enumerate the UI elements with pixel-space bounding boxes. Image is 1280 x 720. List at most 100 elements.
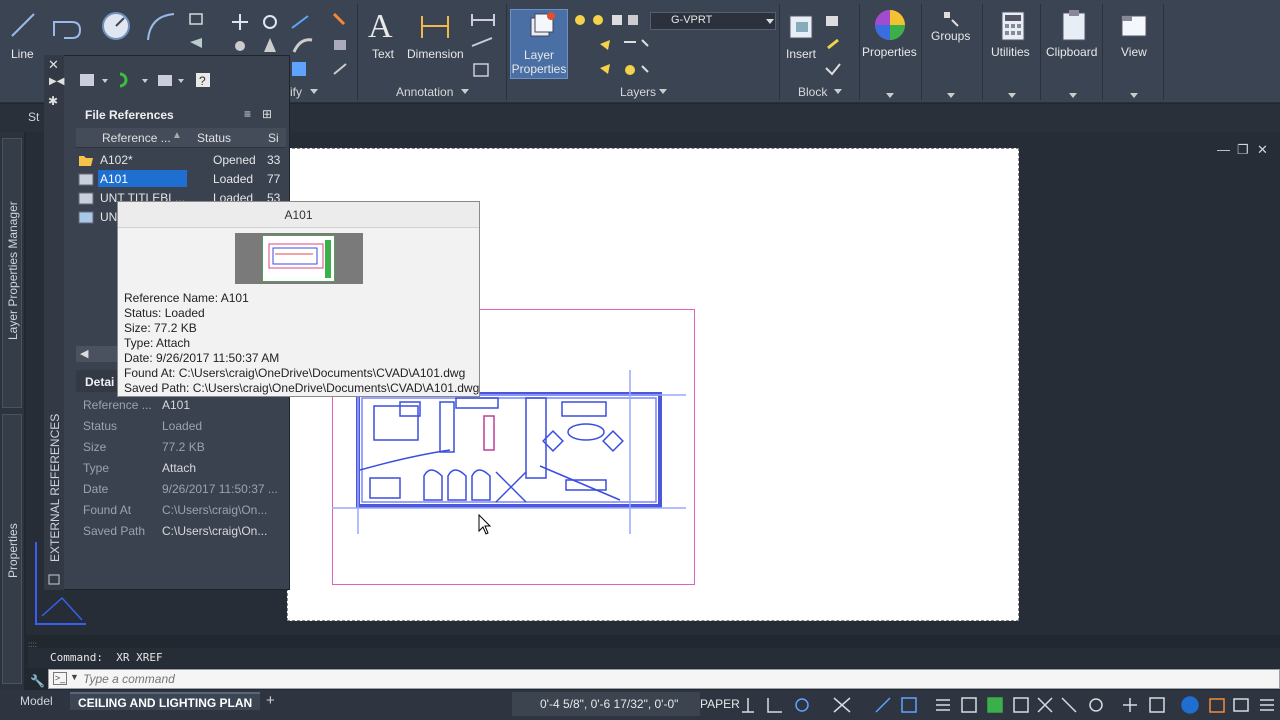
- restore-icon[interactable]: ❐: [1237, 142, 1249, 158]
- drawing-thumbnail: [235, 233, 363, 284]
- modify-panel-title[interactable]: ify: [290, 85, 302, 99]
- command-prompt-icon[interactable]: >_: [53, 672, 67, 685]
- block-tools-icons[interactable]: [822, 14, 852, 80]
- command-input-bar[interactable]: >_ ▼: [48, 669, 1280, 689]
- groups-button[interactable]: Groups: [931, 29, 970, 43]
- col-status[interactable]: Status: [197, 131, 231, 145]
- row-status: Opened: [213, 153, 256, 167]
- palette-close-icon[interactable]: ✕: [48, 57, 59, 73]
- text-button[interactable]: Text: [372, 47, 394, 61]
- scroll-left-icon[interactable]: ◀: [80, 347, 88, 360]
- block-panel-title[interactable]: Block: [798, 85, 827, 99]
- chevron-down-icon[interactable]: [461, 89, 469, 94]
- annotation-panel-title[interactable]: Annotation: [396, 85, 453, 99]
- utilities-button[interactable]: Utilities: [991, 45, 1030, 59]
- line-button[interactable]: Line: [11, 47, 34, 61]
- xref-toolbar[interactable]: ?: [78, 70, 218, 90]
- horizontal-scrollbar[interactable]: ◀: [76, 346, 120, 362]
- chevron-down-icon[interactable]: [886, 93, 894, 98]
- tree-view-icon[interactable]: ⊞: [262, 107, 272, 121]
- panel-separator: [982, 4, 983, 100]
- panel-separator: [1102, 4, 1103, 100]
- col-reference-name[interactable]: Reference ...: [102, 131, 171, 145]
- list-view-icon[interactable]: ≡: [244, 107, 251, 121]
- view-window-icon: [1121, 15, 1147, 37]
- row-status: Loaded: [213, 172, 254, 186]
- detail-type[interactable]: Attach: [162, 461, 196, 475]
- layer-stack-icon: [530, 12, 555, 37]
- detail-saved-path[interactable]: C:\Users\craig\On...: [162, 524, 267, 538]
- status-toolbar-icons[interactable]: [738, 694, 1280, 716]
- detail-found-at: C:\Users\craig\On...: [162, 503, 268, 517]
- palette-autohide-icon[interactable]: ▶◀: [49, 76, 64, 87]
- tab-model[interactable]: Model: [12, 692, 61, 710]
- properties-palette-label: Properties: [6, 523, 20, 578]
- refresh-icon: [119, 72, 128, 88]
- current-layer-dropdown[interactable]: G-VPRT: [650, 12, 776, 30]
- detail-size: 77.2 KB: [162, 440, 205, 454]
- table-row[interactable]: A102* Opened 33: [76, 150, 286, 169]
- close-icon[interactable]: ✕: [1257, 142, 1268, 158]
- table-row[interactable]: A101 Loaded 77: [76, 169, 286, 188]
- detail-status: Loaded: [162, 419, 203, 433]
- col-size[interactable]: Si: [268, 131, 279, 145]
- panel-separator: [779, 4, 780, 100]
- layers-panel-title[interactable]: Layers: [620, 85, 656, 99]
- clipboard-button[interactable]: Clipboard: [1046, 45, 1097, 59]
- layer-properties-manager-label: Layer Properties Manager: [6, 201, 20, 340]
- tooltip-reference-name: Reference Name: A101: [124, 291, 249, 305]
- properties-color-wheel-icon: [875, 10, 905, 40]
- tab-ceiling-and-lighting-plan[interactable]: CEILING AND LIGHTING PLAN: [70, 692, 261, 710]
- layer-properties-label: Layer Properties: [511, 48, 567, 76]
- detail-reference-name[interactable]: A101: [162, 398, 190, 412]
- palette-settings-icon[interactable]: ✱: [48, 94, 58, 108]
- command-input[interactable]: [83, 671, 683, 687]
- chevron-down-icon[interactable]: [310, 89, 318, 94]
- coordinates-readout[interactable]: 0'-4 5/8", 0'-6 17/32", 0'-0": [512, 692, 700, 716]
- tooltip-title: A101: [118, 202, 479, 228]
- layer-properties-button[interactable]: Layer Properties: [510, 9, 568, 79]
- details-title: Detai: [85, 375, 115, 389]
- row-size: 33: [267, 153, 281, 167]
- add-layout-icon[interactable]: +: [266, 692, 275, 709]
- polyline-icon: [53, 21, 82, 39]
- chevron-down-icon[interactable]: ▼: [70, 672, 79, 682]
- chevron-down-icon[interactable]: [659, 89, 667, 94]
- reference-tooltip: A101 Reference Name: A101 Status: Loaded…: [117, 201, 480, 397]
- tooltip-size: Size: 77.2 KB: [124, 321, 197, 335]
- dimension-icon: [421, 16, 449, 38]
- layer-tools-icons[interactable]: [572, 12, 650, 78]
- folder-open-icon: [79, 156, 93, 166]
- sort-asc-icon: ▲: [172, 130, 182, 141]
- dimension-button[interactable]: Dimension: [407, 47, 464, 61]
- current-layer-value: G-VPRT: [671, 14, 713, 26]
- tooltip-found-at: Found At: C:\Users\craig\OneDrive\Docume…: [124, 366, 466, 380]
- command-customize-icon[interactable]: 🔧: [30, 674, 45, 688]
- tooltip-date: Date: 9/26/2017 11:50:37 AM: [124, 351, 280, 365]
- circle-icon[interactable]: [100, 10, 132, 42]
- chevron-down-icon[interactable]: [834, 89, 842, 94]
- detail-label: Reference ...: [83, 398, 152, 412]
- command-grip[interactable]: ::::: [28, 640, 48, 649]
- detail-label: Found At: [83, 503, 132, 517]
- insert-button[interactable]: Insert: [786, 47, 816, 61]
- chevron-down-icon[interactable]: [1069, 93, 1077, 98]
- annotation-extra-icons[interactable]: [468, 10, 502, 80]
- view-button[interactable]: View: [1121, 45, 1147, 59]
- paper-space-toggle[interactable]: PAPER: [700, 697, 740, 711]
- arc-icon[interactable]: [144, 10, 178, 44]
- minimize-icon[interactable]: —: [1217, 142, 1230, 157]
- row-name: UN: [100, 210, 118, 224]
- palette-title: EXTERNAL REFERENCES: [48, 413, 62, 562]
- detail-label: Status: [83, 419, 118, 433]
- start-tab[interactable]: St: [28, 110, 39, 124]
- properties-button[interactable]: Properties: [862, 45, 917, 59]
- chevron-down-icon[interactable]: [766, 19, 774, 24]
- command-history-text: Command: XR XREF: [50, 651, 163, 664]
- groups-icon: [944, 12, 959, 27]
- chevron-down-icon[interactable]: [1130, 93, 1138, 98]
- chevron-down-icon[interactable]: [947, 93, 955, 98]
- panel-separator: [506, 4, 507, 100]
- chevron-down-icon[interactable]: [1008, 93, 1016, 98]
- palette-menu-icon[interactable]: [47, 572, 61, 586]
